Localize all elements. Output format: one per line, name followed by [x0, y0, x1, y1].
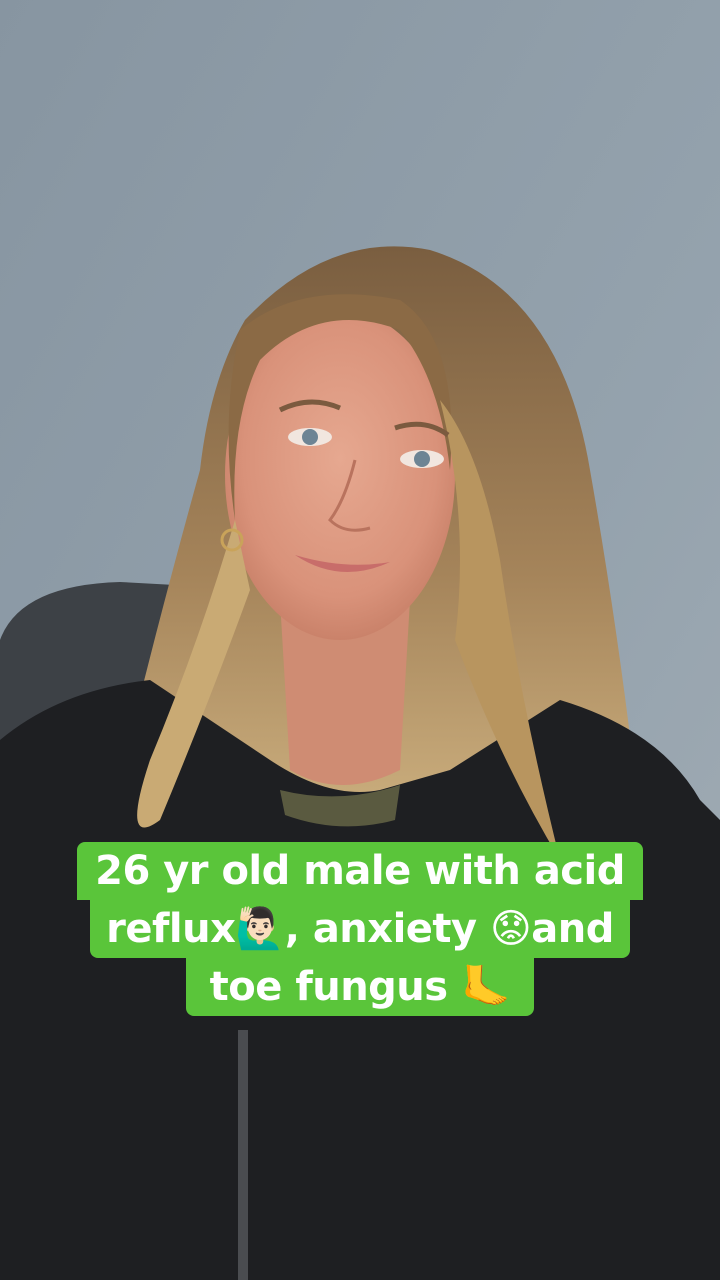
jacket-zipper — [238, 1030, 248, 1280]
caption-text-3: toe fungus 🦶 — [185, 958, 535, 1016]
right-iris — [414, 451, 430, 467]
caption-line-1: 26 yr old male with acid — [0, 842, 720, 900]
video-frame — [0, 0, 720, 1280]
caption-line-2: reflux🙋🏻‍♂️, anxiety 😟and — [0, 900, 720, 958]
portrait-illustration — [0, 0, 720, 1280]
caption-overlay: 26 yr old male with acid reflux🙋🏻‍♂️, an… — [0, 842, 720, 1016]
caption-text-1: 26 yr old male with acid — [77, 842, 643, 900]
caption-text-2: reflux🙋🏻‍♂️, anxiety 😟and — [90, 900, 630, 958]
left-iris — [302, 429, 318, 445]
caption-line-3: toe fungus 🦶 — [0, 958, 720, 1016]
